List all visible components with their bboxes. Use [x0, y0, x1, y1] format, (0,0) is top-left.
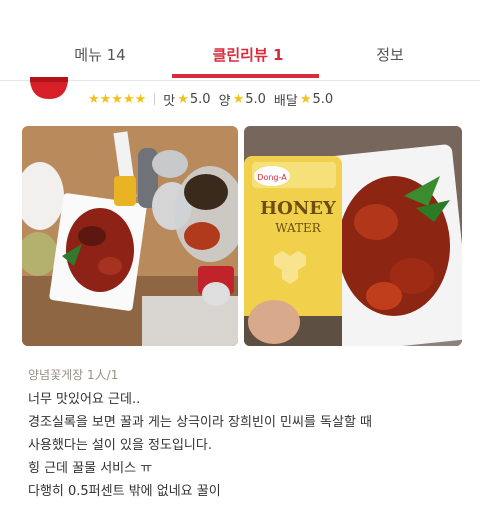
delivery-label: 배달	[273, 93, 298, 109]
star-icon: ★	[232, 91, 245, 107]
ordered-menu: 양념꽃게장 1人/1	[28, 368, 119, 382]
amount-rating: 양 ★ 5.0	[219, 90, 266, 109]
divider	[154, 93, 156, 105]
taste-value: 5.0	[189, 91, 211, 107]
review-line: 너무 맛있어요 근데..	[28, 392, 141, 407]
review-line: 경조실록을 보면 꿀과 게는 상극이라 장희빈이 민씨를 독살할 때	[28, 415, 373, 430]
delivery-value: 5.0	[312, 91, 334, 107]
review-photo-1[interactable]	[22, 126, 238, 346]
taste-rating: 맛 ★ 5.0	[163, 90, 210, 109]
review-line: 사용했다는 설이 있을 정도입니다.	[28, 438, 212, 453]
taste-label: 맛	[163, 93, 176, 109]
tab-clean-review[interactable]: 클린리뷰 1	[198, 44, 298, 65]
tab-info[interactable]: 정보	[360, 44, 420, 65]
can-brand-text: Dong-A	[257, 173, 287, 182]
review-photo-2[interactable]: Dong-A HONEY WATER	[244, 126, 462, 346]
review-body: 너무 맛있어요 근데.. 경조실록을 보면 꿀과 게는 상극이라 장희빈이 민씨…	[28, 388, 458, 503]
amount-label: 양	[218, 93, 231, 109]
can-title-line2: WATER	[275, 221, 322, 235]
delivery-rating: 배달 ★ 5.0	[274, 90, 333, 109]
rating-row: ★★★★★ 맛 ★ 5.0 양 ★ 5.0 배달 ★ 5.0	[88, 90, 341, 109]
tab-bar: 메뉴 14 클린리뷰 1 정보	[0, 0, 480, 81]
can-title-line1: HONEY	[260, 198, 337, 219]
review-line: 다행히 0.5퍼센트 밖에 없네요 꿀이	[28, 484, 221, 499]
review-line: 힝 근데 꿀물 서비스 ㅠ	[28, 461, 153, 476]
star-icon: ★	[177, 91, 189, 107]
active-tab-indicator	[172, 74, 319, 78]
overall-stars: ★★★★★	[88, 91, 147, 107]
amount-value: 5.0	[245, 91, 266, 107]
tab-menu[interactable]: 메뉴 14	[70, 44, 130, 65]
star-icon: ★	[299, 91, 312, 107]
reviewer-avatar[interactable]	[28, 77, 70, 101]
